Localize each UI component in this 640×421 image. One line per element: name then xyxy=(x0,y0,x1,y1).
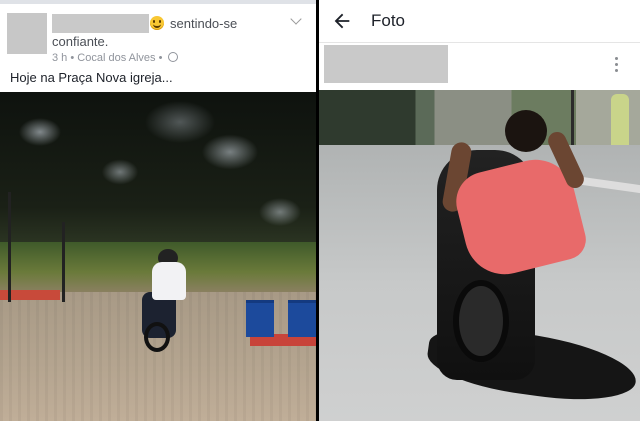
more-vertical-icon[interactable] xyxy=(615,57,619,75)
lamp-pole xyxy=(8,192,11,302)
avatar-redacted[interactable] xyxy=(7,13,47,54)
trash-bin xyxy=(288,300,316,337)
lamp-pole xyxy=(62,222,65,302)
motorcycle-wheel xyxy=(144,322,170,352)
arrow-left-icon[interactable] xyxy=(331,10,353,32)
owner-name-redacted[interactable] xyxy=(324,45,448,83)
meta-separator: • xyxy=(70,52,75,64)
viewer-photo[interactable] xyxy=(319,90,640,421)
author-name-redacted[interactable] xyxy=(52,14,149,33)
post-meta: 3 h • Cocal dos Alves • xyxy=(52,52,178,64)
tree-trunk xyxy=(571,90,574,150)
page-title: Foto xyxy=(371,11,406,30)
rider-head xyxy=(505,110,547,152)
background-houses xyxy=(319,90,640,145)
chevron-down-icon[interactable] xyxy=(290,13,302,25)
app-bar: Foto xyxy=(319,0,640,43)
globe-icon xyxy=(167,52,178,62)
smiley-emoji-icon xyxy=(150,16,164,30)
photo-viewer: Foto xyxy=(319,0,640,421)
post-header: sentindo-se confiante. 3 h • Cocal dos A… xyxy=(0,0,316,92)
feeling-text: sentindo-se xyxy=(170,16,238,31)
feeling-text-continued: confiante. xyxy=(52,34,109,49)
facebook-post: sentindo-se confiante. 3 h • Cocal dos A… xyxy=(0,0,316,421)
trash-bin xyxy=(246,300,274,337)
rider xyxy=(152,262,186,300)
post-time[interactable]: 3 h xyxy=(52,52,67,64)
post-photo[interactable] xyxy=(0,92,316,421)
photo-owner-bar xyxy=(319,43,640,90)
post-location[interactable]: Cocal dos Alves xyxy=(77,52,155,64)
meta-separator-2: • xyxy=(158,52,163,64)
top-divider xyxy=(0,0,316,4)
post-caption: Hoje na Praça Nova igreja... xyxy=(10,70,173,85)
motorcycle-wheel xyxy=(453,280,509,362)
